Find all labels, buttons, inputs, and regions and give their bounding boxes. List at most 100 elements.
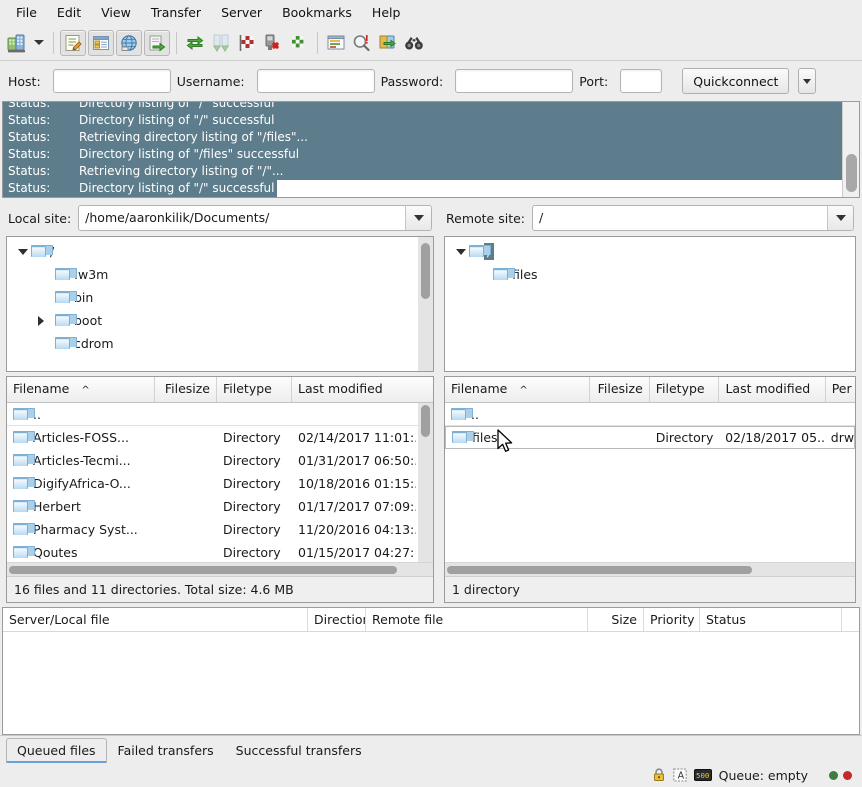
tab-failed-transfers[interactable]: Failed transfers xyxy=(107,738,225,763)
table-row[interactable]: DigifyAfrica-O... Directory 10/18/2016 0… xyxy=(7,472,433,495)
queue-column-direction[interactable]: Direction xyxy=(308,608,366,631)
remote-cell-filename: .. xyxy=(445,407,590,422)
compare-directories-icon[interactable] xyxy=(349,30,375,56)
folder-icon xyxy=(13,431,28,444)
local-site-dropdown-icon[interactable] xyxy=(405,206,431,230)
message-log-scroll-thumb[interactable] xyxy=(846,154,857,192)
menu-transfer[interactable]: Transfer xyxy=(141,2,211,23)
message-log-scrollbar[interactable] xyxy=(842,102,859,197)
local-column-filesize[interactable]: Filesize xyxy=(155,377,217,402)
chevron-down-icon[interactable] xyxy=(453,249,469,255)
local-tree-item-bin[interactable]: bin xyxy=(7,286,418,309)
toggle-directory-tree-icon[interactable] xyxy=(88,30,114,56)
table-row[interactable]: Pharmacy Syst... Directory 11/20/2016 04… xyxy=(7,518,433,541)
ascii-transfer-icon[interactable]: A xyxy=(673,768,687,782)
disconnect-icon[interactable] xyxy=(260,30,286,56)
menu-file[interactable]: File xyxy=(6,2,47,23)
tab-successful-transfers[interactable]: Successful transfers xyxy=(225,738,373,763)
lock-icon[interactable] xyxy=(652,768,666,782)
remote-file-list[interactable]: Filename ^ Filesize Filetype Last modifi… xyxy=(444,376,856,603)
local-site-combo[interactable]: /home/aaronkilik/Documents/ xyxy=(78,205,432,231)
remote-site-dropdown-icon[interactable] xyxy=(827,206,853,230)
menu-help[interactable]: Help xyxy=(362,2,411,23)
table-row[interactable]: files Directory 02/18/2017 05... drw xyxy=(445,426,855,449)
local-file-list[interactable]: Filename ^ Filesize Filetype Last modifi… xyxy=(6,376,434,603)
process-queue-icon[interactable] xyxy=(144,30,170,56)
site-manager-icon[interactable] xyxy=(4,30,30,56)
remote-directory-tree[interactable]: / files xyxy=(444,236,856,372)
queue-column-server-local-file[interactable]: Server/Local file xyxy=(3,608,308,631)
speed-limit-icon[interactable]: 500 xyxy=(694,769,712,781)
password-input[interactable] xyxy=(455,69,573,93)
remote-column-filetype[interactable]: Filetype xyxy=(650,377,720,402)
chevron-down-icon[interactable] xyxy=(15,249,31,255)
log-row-key: Status: xyxy=(3,102,79,112)
remote-file-list-body[interactable]: .. files Directory 02 xyxy=(445,403,855,562)
tab-queued-files[interactable]: Queued files xyxy=(6,738,107,763)
queue-column-remote-file[interactable]: Remote file xyxy=(366,608,588,631)
local-directory-tree[interactable]: / .w3m bin boot xyxy=(6,236,434,372)
queue-column-size[interactable]: Size xyxy=(588,608,644,631)
remote-site-combo[interactable]: / xyxy=(532,205,854,231)
table-row[interactable]: .. xyxy=(445,403,855,426)
table-row[interactable]: .. xyxy=(7,403,433,426)
username-input[interactable] xyxy=(257,69,375,93)
local-column-filetype[interactable]: Filetype xyxy=(217,377,292,402)
table-row[interactable]: Herbert Directory 01/17/2017 07:09:... xyxy=(7,495,433,518)
menu-view[interactable]: View xyxy=(91,2,141,23)
table-row[interactable]: Qoutes Directory 01/15/2017 04:27: xyxy=(7,541,433,562)
remote-tree-item-root[interactable]: / xyxy=(445,240,855,263)
remote-file-list-hscrollbar[interactable] xyxy=(445,562,855,576)
menu-server[interactable]: Server xyxy=(211,2,272,23)
find-files-icon[interactable] xyxy=(401,30,427,56)
remote-column-filesize[interactable]: Filesize xyxy=(590,377,650,402)
local-site-path[interactable]: /home/aaronkilik/Documents/ xyxy=(79,206,405,230)
local-file-list-vscrollbar[interactable] xyxy=(418,403,433,562)
remote-file-list-hscroll-thumb[interactable] xyxy=(447,566,752,574)
quickconnect-history-dropdown[interactable] xyxy=(798,68,816,94)
transfer-queue[interactable]: Server/Local file Direction Remote file … xyxy=(2,607,860,735)
table-row[interactable]: Articles-Tecmi... Directory 01/31/2017 0… xyxy=(7,449,433,472)
cancel-download-icon[interactable] xyxy=(208,30,234,56)
table-row[interactable]: Articles-FOSS... Directory 02/14/2017 11… xyxy=(7,426,433,449)
synchronized-browsing-icon[interactable] xyxy=(375,30,401,56)
local-tree-item-boot[interactable]: boot xyxy=(7,309,418,332)
cancel-operation-icon[interactable] xyxy=(234,30,260,56)
filter-icon[interactable] xyxy=(323,30,349,56)
remote-site-path[interactable]: / xyxy=(533,206,827,230)
port-input[interactable] xyxy=(620,69,662,93)
local-filename-text: Articles-Tecmi... xyxy=(33,453,131,468)
local-tree-item-cdrom[interactable]: cdrom xyxy=(7,332,418,355)
host-input[interactable] xyxy=(53,69,171,93)
log-row-key: Status: xyxy=(3,112,79,129)
transfer-queue-body[interactable] xyxy=(3,632,859,734)
remote-column-modified[interactable]: Last modified xyxy=(719,377,825,402)
toggle-transfer-queue-icon[interactable] xyxy=(116,30,142,56)
menu-edit[interactable]: Edit xyxy=(47,2,91,23)
quickconnect-button[interactable]: Quickconnect xyxy=(682,68,789,94)
queue-column-status[interactable]: Status xyxy=(700,608,842,631)
message-log[interactable]: Status: Directory listing of "/" success… xyxy=(2,101,860,198)
sort-ascending-icon: ^ xyxy=(81,385,89,396)
menu-bookmarks[interactable]: Bookmarks xyxy=(272,2,362,23)
local-tree-scrollbar[interactable] xyxy=(418,237,433,371)
queue-column-priority[interactable]: Priority xyxy=(644,608,700,631)
reconnect-icon[interactable] xyxy=(286,30,312,56)
site-manager-dropdown-icon[interactable] xyxy=(30,30,48,56)
local-file-list-body[interactable]: .. Articles-FOSS... Directory 02/1 xyxy=(7,403,433,562)
local-file-list-hscroll-thumb[interactable] xyxy=(9,566,397,574)
local-column-filename[interactable]: Filename ^ xyxy=(7,377,155,402)
local-tree-item-w3m[interactable]: .w3m xyxy=(7,263,418,286)
local-tree-scroll-thumb[interactable] xyxy=(421,243,430,299)
remote-tree-item-files[interactable]: files xyxy=(445,263,855,286)
remote-column-filename[interactable]: Filename ^ xyxy=(445,377,590,402)
local-column-modified[interactable]: Last modified xyxy=(292,377,416,402)
local-file-list-hscrollbar[interactable] xyxy=(7,562,433,576)
toggle-message-log-icon[interactable] xyxy=(60,30,86,56)
local-file-list-vscroll-thumb[interactable] xyxy=(421,405,430,437)
chevron-right-icon[interactable] xyxy=(33,316,49,326)
remote-column-permissions[interactable]: Per xyxy=(826,377,855,402)
local-tree-item-root[interactable]: / xyxy=(7,240,418,263)
refresh-icon[interactable] xyxy=(182,30,208,56)
remote-cell-filetype: Directory xyxy=(650,430,719,445)
